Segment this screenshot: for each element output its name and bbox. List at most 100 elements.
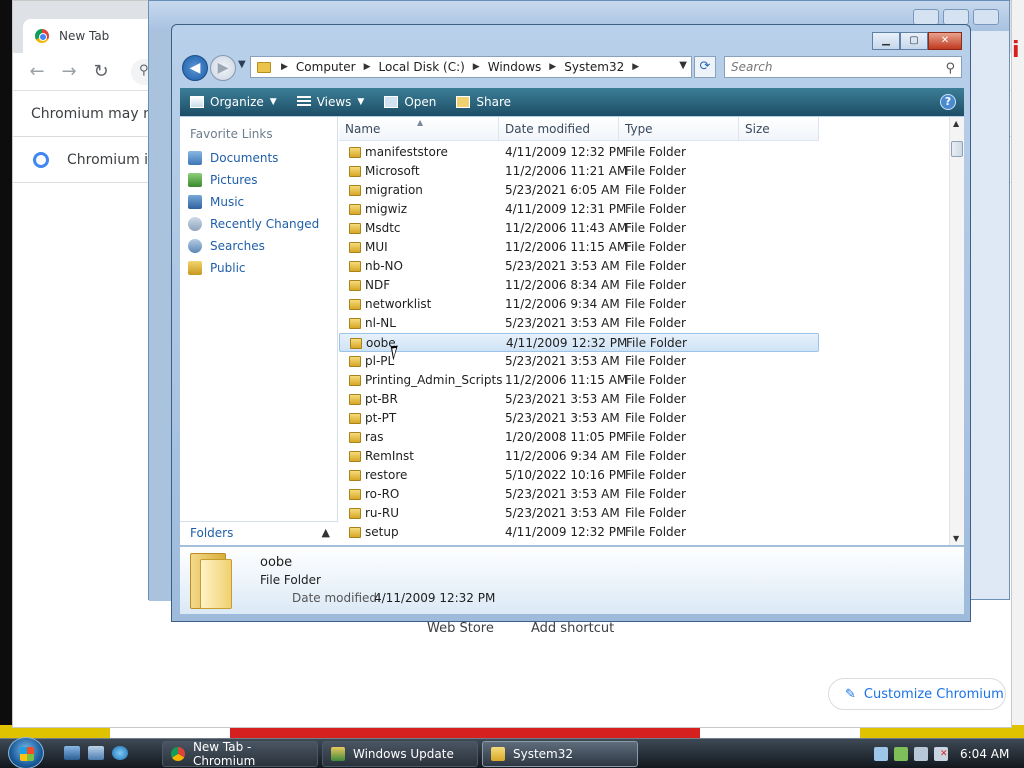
help-icon[interactable]: ? xyxy=(940,94,956,110)
tray-volume-muted-icon[interactable] xyxy=(934,747,948,761)
organize-button[interactable]: Organize ▼ xyxy=(180,88,287,116)
favorite-link-documents[interactable]: Documents xyxy=(188,151,278,165)
close-button[interactable]: ✕ xyxy=(928,32,962,50)
breadcrumb-local-disk[interactable]: Local Disk (C:) xyxy=(375,60,469,74)
maximize-button[interactable]: ▢ xyxy=(900,32,928,50)
chevron-down-icon[interactable]: ▼ xyxy=(679,60,687,71)
address-bar[interactable]: ▶ Computer ▶ Local Disk (C:) ▶ Windows ▶… xyxy=(250,56,692,78)
forward-arrow-icon[interactable]: → xyxy=(57,61,81,82)
file-row[interactable]: networklist 11/2/2006 9:34 AM File Folder xyxy=(339,295,949,314)
chevron-right-icon[interactable]: ▶ xyxy=(545,62,560,72)
minimize-button[interactable]: ▁ xyxy=(872,32,900,50)
shortcut-web-store[interactable]: Web Store xyxy=(427,621,494,636)
switch-windows-icon[interactable] xyxy=(88,746,104,760)
file-type: File Folder xyxy=(626,336,687,350)
minimize-button[interactable] xyxy=(913,9,939,25)
file-row[interactable]: ru-RU 5/23/2021 3:53 AM File Folder xyxy=(339,504,949,523)
share-label: Share xyxy=(476,95,512,109)
file-row[interactable]: ro-RO 5/23/2021 3:53 AM File Folder xyxy=(339,485,949,504)
close-button[interactable] xyxy=(973,9,999,25)
chevron-right-icon[interactable]: ▶ xyxy=(277,62,292,72)
taskbar-button-system32[interactable]: System32 xyxy=(482,741,638,767)
forward-button[interactable]: ▶ xyxy=(210,55,236,81)
chevron-right-icon[interactable]: ▶ xyxy=(628,62,643,72)
refresh-button[interactable]: ⟳ xyxy=(694,56,716,78)
internet-explorer-icon[interactable] xyxy=(112,746,128,760)
file-type: File Folder xyxy=(625,164,686,178)
clock[interactable]: 6:04 AM xyxy=(960,747,1009,761)
file-row[interactable]: migration 5/23/2021 6:05 AM File Folder xyxy=(339,181,949,200)
file-row[interactable]: pl-PL 5/23/2021 3:53 AM File Folder xyxy=(339,352,949,371)
chevron-right-icon[interactable]: ▶ xyxy=(469,62,484,72)
column-header-type[interactable]: Type xyxy=(619,117,739,141)
breadcrumb-windows[interactable]: Windows xyxy=(484,60,546,74)
file-row[interactable]: setup 4/11/2009 12:32 PM File Folder xyxy=(339,523,949,542)
file-row[interactable]: pt-PT 5/23/2021 3:53 AM File Folder xyxy=(339,409,949,428)
folders-toggle[interactable]: Folders ▲ xyxy=(180,521,338,545)
breadcrumb-computer[interactable]: Computer xyxy=(292,60,360,74)
file-row[interactable]: manifeststore 4/11/2009 12:32 PM File Fold… xyxy=(339,143,949,162)
views-button[interactable]: Views ▼ xyxy=(287,88,375,116)
column-header-size[interactable]: Size xyxy=(739,117,819,141)
file-row[interactable]: MUI 11/2/2006 11:15 AM File Folder xyxy=(339,238,949,257)
customize-chromium-button[interactable]: ✎ Customize Chromium xyxy=(828,678,1006,710)
breadcrumb-system32[interactable]: System32 xyxy=(560,60,628,74)
file-row[interactable]: Microsoft 11/2/2006 11:21 AM File Folder xyxy=(339,162,949,181)
start-button[interactable] xyxy=(8,737,44,768)
favorite-link-pictures[interactable]: Pictures xyxy=(188,173,258,187)
taskbar: New Tab - Chromium Windows Update System… xyxy=(0,737,1024,768)
search-placeholder: Search xyxy=(731,60,773,74)
large-folder-icon xyxy=(190,553,232,609)
file-date-modified: 11/2/2006 9:34 AM xyxy=(505,297,620,311)
file-date-modified: 11/2/2006 11:15 AM xyxy=(505,373,628,387)
search-input[interactable]: Search ⚲ xyxy=(724,56,962,78)
file-row[interactable]: restore 5/10/2022 10:16 PM File Folder xyxy=(339,466,949,485)
chevron-up-icon: ▲ xyxy=(321,526,330,539)
tray-display-icon[interactable] xyxy=(914,747,928,761)
file-row[interactable]: nl-NL 5/23/2021 3:53 AM File Folder xyxy=(339,314,949,333)
explorer-body: Favorite Links Documents Pictures Music … xyxy=(180,117,964,545)
scroll-thumb[interactable] xyxy=(951,141,963,157)
scroll-down-icon[interactable]: ▼ xyxy=(953,534,959,543)
file-row[interactable]: ras 1/20/2008 11:05 PM File Folder xyxy=(339,428,949,447)
column-header-date-modified[interactable]: Date modified xyxy=(499,117,619,141)
file-row[interactable]: Printing_Admin_Scripts 11/2/2006 11:15 AM… xyxy=(339,371,949,390)
file-row[interactable]: pt-BR 5/23/2021 3:53 AM File Folder xyxy=(339,390,949,409)
share-button[interactable]: Share xyxy=(446,88,521,116)
scroll-up-icon[interactable]: ▲ xyxy=(953,119,959,128)
favorite-link-music[interactable]: Music xyxy=(188,195,244,209)
search-icon[interactable]: ⚲ xyxy=(945,59,955,79)
tray-security-icon[interactable] xyxy=(894,747,908,761)
folder-icon xyxy=(349,508,361,519)
vertical-scrollbar[interactable]: ▲ ▼ xyxy=(949,117,964,545)
desktop-logo-fragment: i xyxy=(1012,38,1020,63)
favorite-link-public[interactable]: Public xyxy=(188,261,246,275)
favorite-link-label: Documents xyxy=(210,151,279,165)
shortcut-add[interactable]: Add shortcut xyxy=(531,621,614,636)
chevron-right-icon[interactable]: ▶ xyxy=(360,62,375,72)
explorer-window[interactable]: ▁ ▢ ✕ ◀ ▶ ▼ ▶ Computer ▶ Local Disk (C:)… xyxy=(171,24,971,622)
folder-icon xyxy=(349,432,361,443)
file-row[interactable]: nb-NO 5/23/2021 3:53 AM File Folder xyxy=(339,257,949,276)
file-row[interactable]: NDF 11/2/2006 8:34 AM File Folder xyxy=(339,276,949,295)
views-label: Views xyxy=(316,95,352,109)
back-button[interactable]: ◀ xyxy=(182,55,208,81)
taskbar-button-windows-update[interactable]: Windows Update xyxy=(322,741,478,767)
file-row[interactable]: oobe 4/11/2009 12:32 PM File Folder xyxy=(339,333,819,352)
show-desktop-icon[interactable] xyxy=(64,746,80,760)
taskbar-button-chromium[interactable]: New Tab - Chromium xyxy=(162,740,318,768)
recent-pages-dropdown[interactable]: ▼ xyxy=(238,59,246,70)
file-rows: manifeststore 4/11/2009 12:32 PM File Fold… xyxy=(339,143,949,545)
chrome-logo-icon xyxy=(35,29,49,43)
reload-icon[interactable]: ↻ xyxy=(89,61,113,82)
favorite-link-searches[interactable]: Searches xyxy=(188,239,265,253)
file-row[interactable]: Msdtc 11/2/2006 11:43 AM File Folder xyxy=(339,219,949,238)
file-row[interactable]: RemInst 11/2/2006 9:34 AM File Folder xyxy=(339,447,949,466)
back-arrow-icon[interactable]: ← xyxy=(25,61,49,82)
column-header-name[interactable]: ▲ Name xyxy=(339,117,499,141)
favorite-link-recently-changed[interactable]: Recently Changed xyxy=(188,217,319,231)
file-row[interactable]: migwiz 4/11/2009 12:31 PM File Folder xyxy=(339,200,949,219)
open-button[interactable]: Open xyxy=(374,88,446,116)
tray-network-icon[interactable] xyxy=(874,747,888,761)
maximize-button[interactable] xyxy=(943,9,969,25)
